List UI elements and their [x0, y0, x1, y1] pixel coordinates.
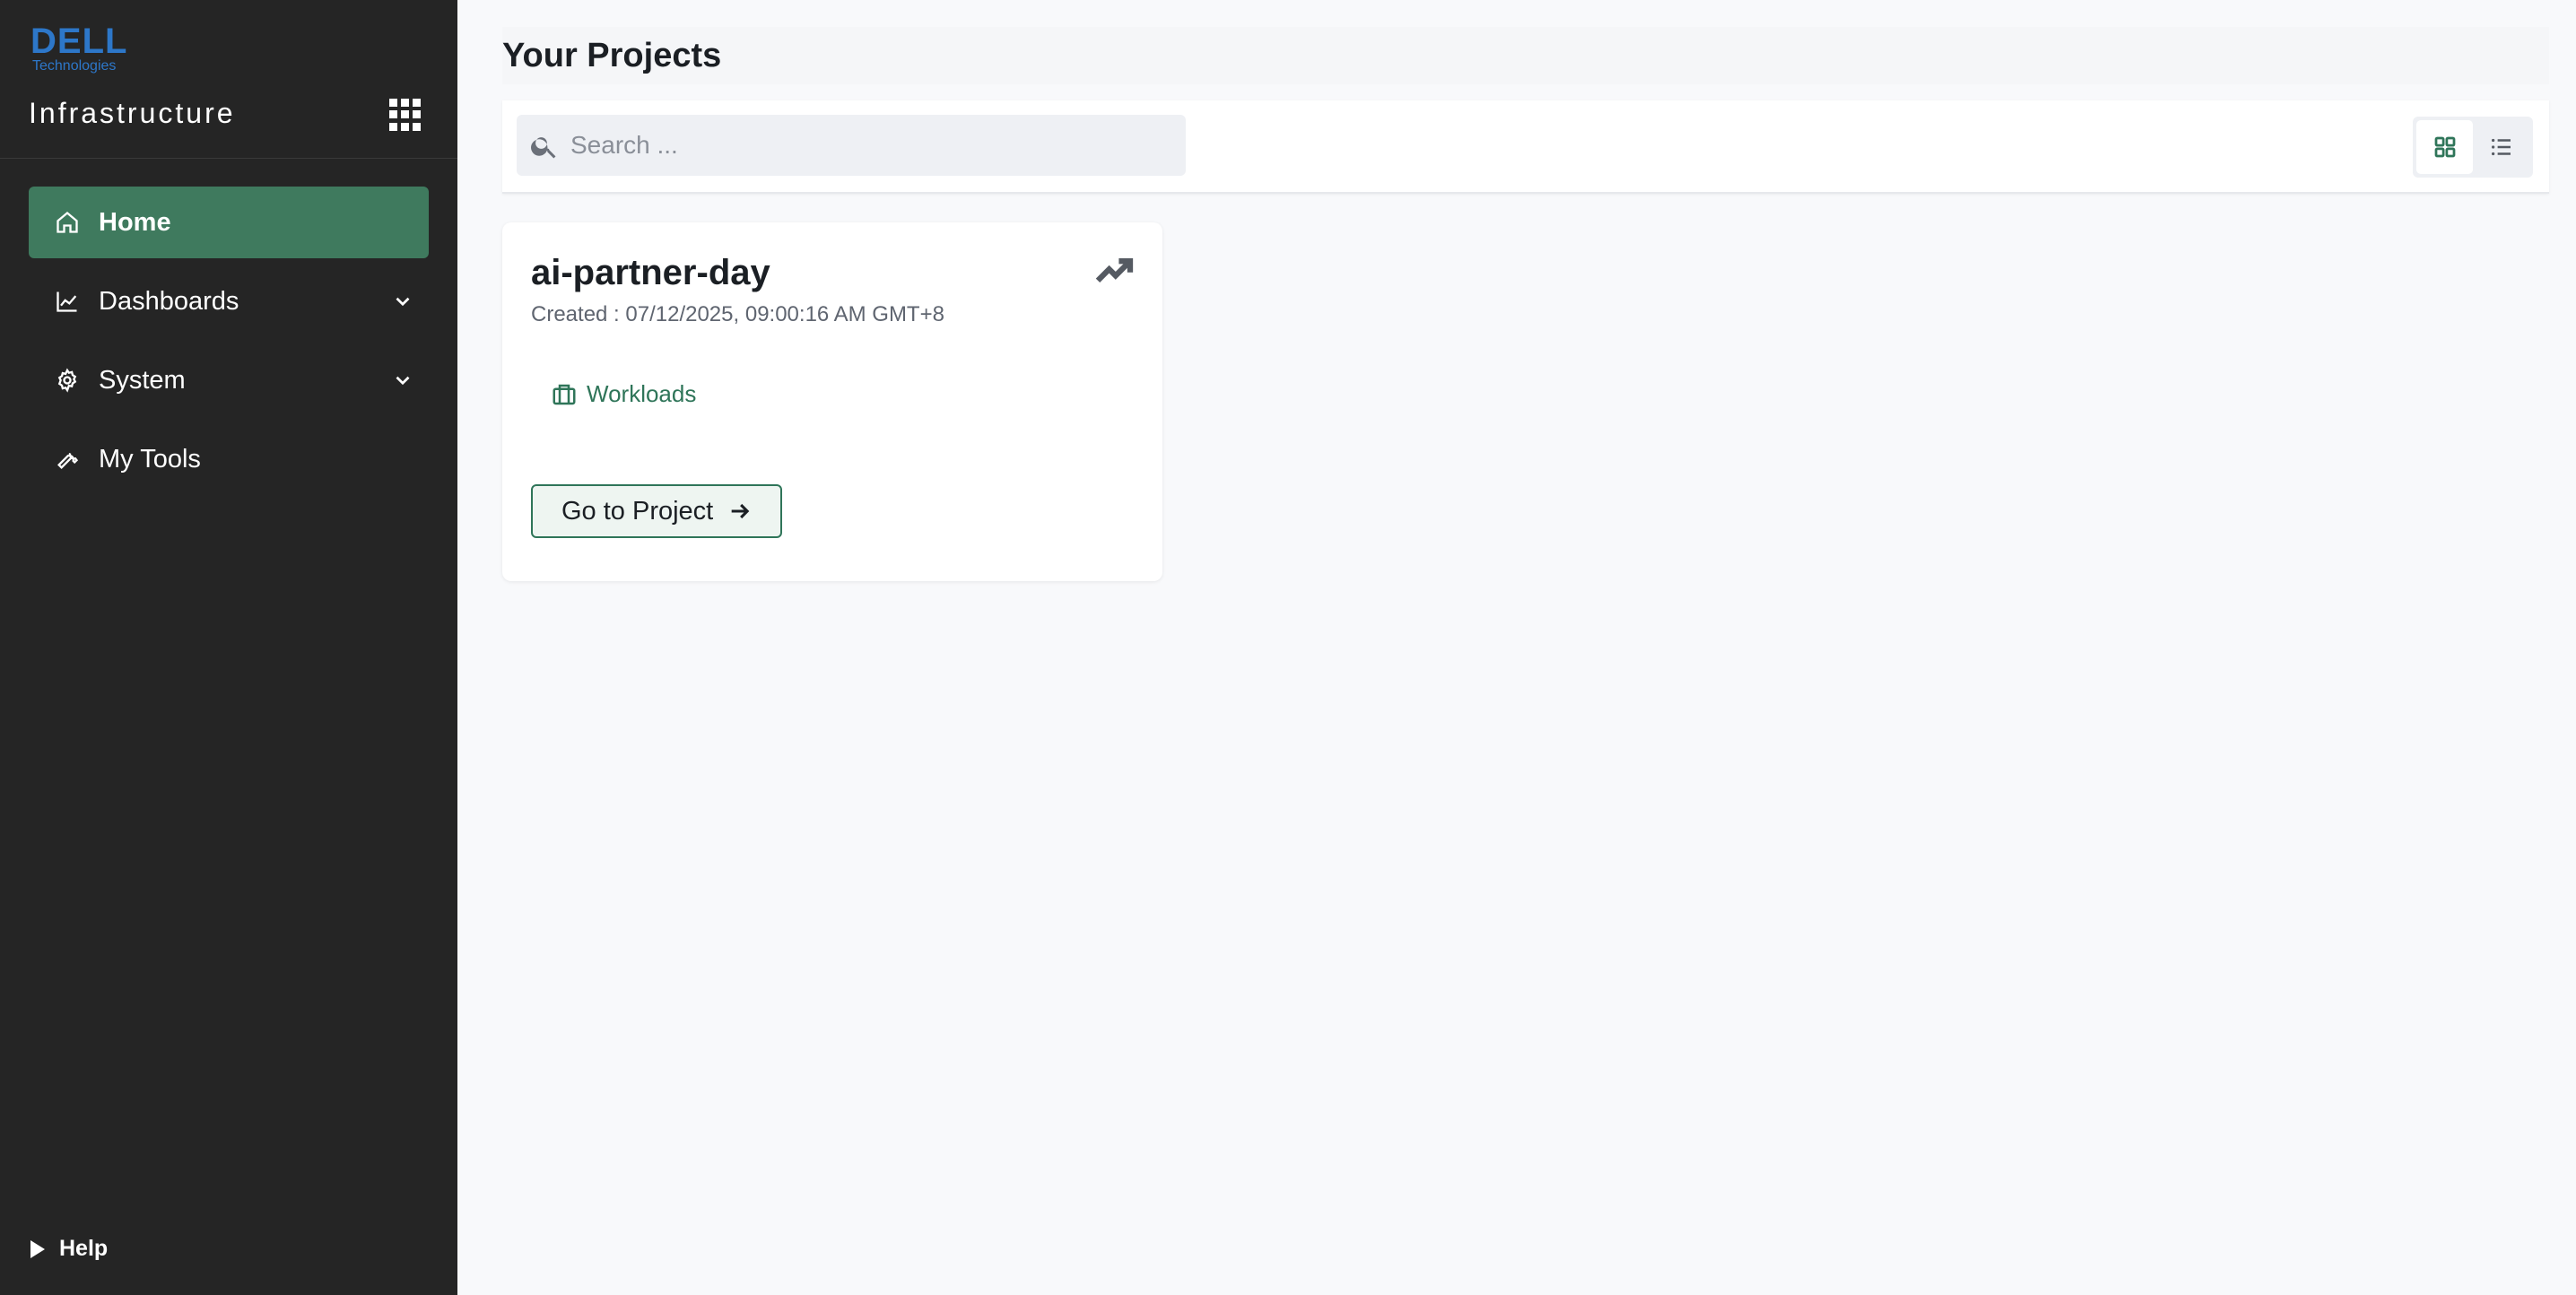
chevron-down-icon[interactable]: [391, 290, 414, 313]
app-grid-icon[interactable]: [389, 99, 422, 131]
arrow-right-icon: [727, 499, 753, 524]
sidebar-item-label: Dashboards: [99, 287, 239, 316]
sidebar-item-label: System: [99, 366, 186, 395]
grid-view-icon: [2434, 136, 2455, 158]
workloads-label: Workloads: [587, 380, 697, 407]
list-view-button[interactable]: [2473, 120, 2529, 174]
page-title: Your Projects: [502, 37, 722, 74]
wrench-icon: [54, 446, 81, 473]
briefcase-icon: [553, 384, 576, 404]
main-content: Your Projects Search ... ai-partner-day …: [457, 0, 2576, 1295]
logo-subtext: Technologies: [32, 58, 117, 74]
workloads-link[interactable]: Workloads: [551, 380, 696, 408]
sidebar-item-dashboards[interactable]: Dashboards: [29, 265, 429, 337]
grid-view-button[interactable]: [2416, 120, 2473, 174]
project-card: ai-partner-day Created : 07/12/2025, 09:…: [502, 222, 1162, 581]
sidebar-item-label: Home: [99, 208, 171, 237]
dell-logo[interactable]: DELL Technologies: [29, 22, 127, 77]
gear-icon: [54, 367, 81, 394]
view-toggle: [2413, 117, 2533, 178]
search-icon: [529, 131, 560, 161]
sidebar-divider: [0, 158, 457, 159]
go-to-project-button[interactable]: Go to Project: [531, 484, 782, 538]
list-view-icon: [2491, 138, 2511, 156]
sidebar-nav: Home Dashboards System My Tools: [29, 187, 429, 502]
home-icon: [54, 209, 81, 236]
help-toggle[interactable]: Help: [30, 1236, 108, 1262]
caret-right-icon: [30, 1239, 45, 1258]
go-to-project-label: Go to Project: [561, 496, 714, 526]
search-box[interactable]: [517, 115, 1186, 176]
project-name: ai-partner-day: [531, 253, 770, 292]
logo-wordmark: DELL: [30, 22, 128, 61]
trending-up-icon[interactable]: [1094, 255, 1134, 287]
sidebar-item-system[interactable]: System: [29, 344, 429, 416]
sidebar: DELL Technologies Infrastructure Home Da…: [0, 0, 457, 1295]
page-header: [502, 27, 2549, 84]
project-created-date: Created : 07/12/2025, 09:00:16 AM GMT+8: [531, 302, 944, 326]
search-input[interactable]: [570, 115, 1171, 176]
chart-line-icon: [54, 288, 81, 315]
sidebar-item-home[interactable]: Home: [29, 187, 429, 258]
app-root: DELL Technologies Infrastructure Home Da…: [0, 0, 2576, 1295]
app-title: Infrastructure: [29, 97, 236, 129]
help-label: Help: [59, 1236, 109, 1261]
chevron-down-icon[interactable]: [391, 369, 414, 392]
sidebar-item-label: My Tools: [99, 445, 201, 474]
projects-toolbar: [502, 100, 2549, 194]
sidebar-item-my-tools[interactable]: My Tools: [29, 423, 429, 495]
